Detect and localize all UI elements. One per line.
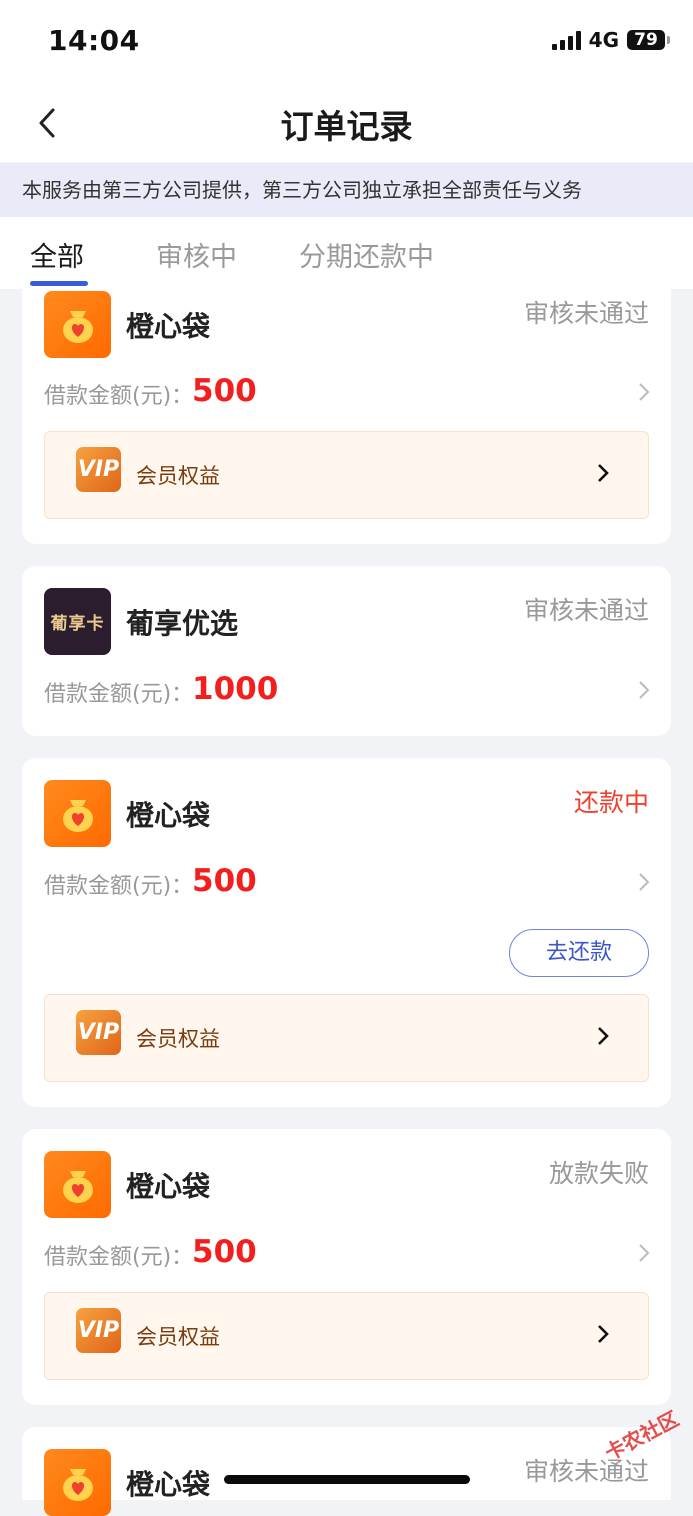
money-bag-heart-icon <box>44 1449 111 1516</box>
amount-label: 借款金额(元)： <box>44 1245 194 1270</box>
home-indicator[interactable] <box>224 1475 470 1484</box>
order-status: 还款中 <box>573 788 649 817</box>
chevron-right-icon[interactable] <box>637 1242 651 1264</box>
status-bar: 14:04 4G 79 <box>0 0 693 84</box>
vip-label: 会员权益 <box>136 1325 220 1349</box>
order-card[interactable]: 葡享卡 葡享优选 审核未通过 借款金额(元)： 1000 <box>22 566 671 736</box>
order-card[interactable]: 橙心袋 审核未通过 <box>22 1427 671 1516</box>
tab-all[interactable]: 全部 <box>30 235 84 274</box>
loan-amount: 1000 <box>192 671 279 707</box>
amount-label: 借款金额(元)： <box>44 682 194 707</box>
product-name: 橙心袋 <box>126 310 211 343</box>
amount-label: 借款金额(元)： <box>44 384 194 409</box>
loan-amount: 500 <box>192 863 257 899</box>
grape-card-logo: 葡享卡 <box>44 588 111 655</box>
tab-bar: 全部 审核中 分期还款中 <box>0 217 693 289</box>
battery-icon: 79 <box>627 30 670 50</box>
money-bag-heart-icon <box>44 291 111 358</box>
order-card[interactable]: 橙心袋 还款中 借款金额(元)： 500 去还款 VIP 会员权益 <box>22 758 671 1107</box>
money-bag-heart-icon <box>44 780 111 847</box>
status-right: 4G 79 <box>551 28 670 52</box>
loan-amount: 500 <box>192 1234 257 1270</box>
order-card[interactable]: 橙心袋 放款失败 借款金额(元)： 500 VIP 会员权益 <box>22 1129 671 1405</box>
product-name: 橙心袋 <box>126 1170 211 1203</box>
status-time: 14:04 <box>48 24 140 57</box>
vip-icon: VIP <box>76 447 121 492</box>
chevron-right-icon <box>598 1325 609 1343</box>
vip-benefits-bar[interactable]: VIP 会员权益 <box>44 431 649 519</box>
chevron-right-icon <box>598 1027 609 1045</box>
vip-icon: VIP <box>76 1010 121 1055</box>
vip-benefits-bar[interactable]: VIP 会员权益 <box>44 994 649 1082</box>
loan-amount: 500 <box>192 373 257 409</box>
chevron-right-icon[interactable] <box>637 871 651 893</box>
chevron-right-icon <box>598 464 609 482</box>
service-notice: 本服务由第三方公司提供，第三方公司独立承担全部责任与义务 <box>0 163 693 217</box>
chevron-right-icon[interactable] <box>637 679 651 701</box>
order-status: 审核未通过 <box>523 299 649 328</box>
order-status: 放款失败 <box>548 1159 649 1188</box>
vip-icon: VIP <box>76 1308 121 1353</box>
product-name: 橙心袋 <box>126 1468 211 1501</box>
tab-installment[interactable]: 分期还款中 <box>299 235 434 274</box>
tab-reviewing[interactable]: 审核中 <box>156 235 237 274</box>
chevron-right-icon[interactable] <box>637 381 651 403</box>
product-name: 葡享优选 <box>126 607 239 640</box>
page-title: 订单记录 <box>280 107 413 146</box>
order-status: 审核未通过 <box>523 1457 649 1486</box>
network-type: 4G <box>588 28 619 52</box>
vip-benefits-bar[interactable]: VIP 会员权益 <box>44 1292 649 1380</box>
order-status: 审核未通过 <box>523 596 649 625</box>
amount-label: 借款金额(元)： <box>44 874 194 899</box>
product-name: 橙心袋 <box>126 799 211 832</box>
vip-label: 会员权益 <box>136 464 220 488</box>
signal-icon <box>551 30 581 50</box>
repay-button[interactable]: 去还款 <box>509 929 649 977</box>
money-bag-heart-icon <box>44 1151 111 1218</box>
order-card[interactable]: 橙心袋 审核未通过 借款金额(元)： 500 VIP 会员权益 <box>22 289 671 544</box>
nav-bar: 订单记录 <box>0 84 693 162</box>
tab-indicator <box>30 281 88 286</box>
vip-label: 会员权益 <box>136 1027 220 1051</box>
